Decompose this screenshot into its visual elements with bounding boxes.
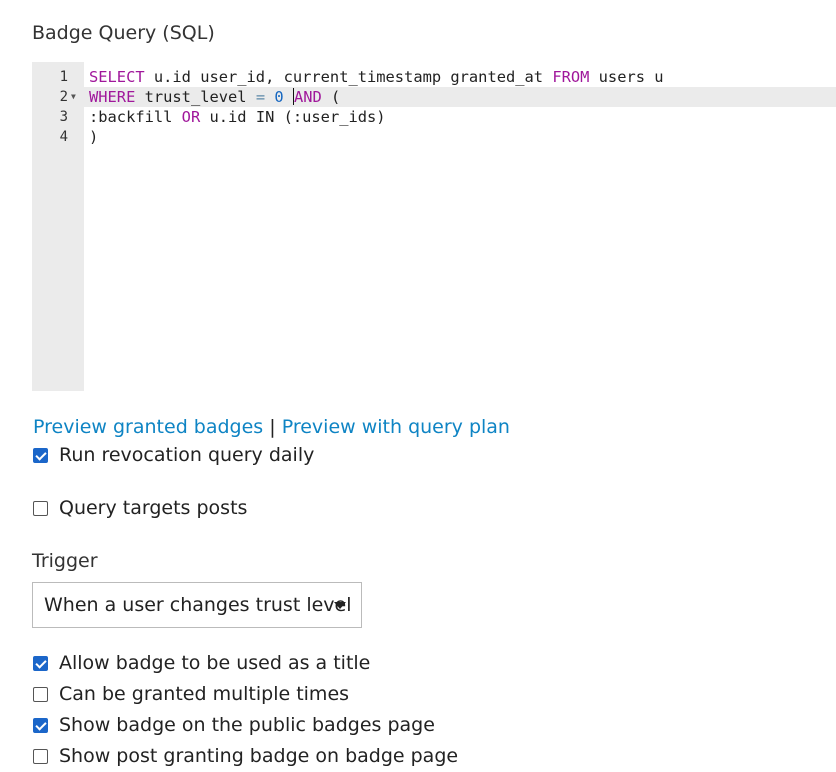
sql-text: users u — [589, 68, 664, 86]
revocation-checkbox[interactable] — [33, 447, 48, 463]
code-text: SELECT u.id user_id, current_timestamp g… — [89, 67, 664, 87]
targets-posts-checkbox[interactable] — [33, 500, 48, 516]
line-number: 2 — [59, 89, 68, 105]
show-posts-option[interactable]: Show post granting badge on badge page — [33, 745, 458, 767]
sql-text: ) — [89, 128, 99, 146]
sql-text: trust_level — [135, 88, 256, 106]
allow-title-checkbox[interactable] — [33, 655, 48, 671]
preview-granted-badges-link[interactable]: Preview granted badges — [33, 416, 263, 438]
sql-operator: = — [255, 88, 266, 106]
preview-separator: | — [269, 416, 276, 438]
trigger-selected-value: When a user changes trust level — [44, 594, 352, 616]
code-text: ) — [89, 127, 98, 147]
sql-text: u.id user_id, current_timestamp granted_… — [144, 68, 553, 86]
sql-text: ( — [321, 88, 341, 106]
sql-text: u.id IN (:user_ids) — [200, 108, 386, 126]
code-line[interactable]: 3 :backfill OR u.id IN (:user_ids) — [32, 107, 836, 127]
sql-text: :backfill — [89, 108, 182, 126]
fold-arrow-icon[interactable]: ▼ — [71, 87, 76, 107]
code-line[interactable]: 4) — [32, 127, 836, 147]
sql-keyword: AND — [293, 88, 322, 106]
targets-posts-option[interactable]: Query targets posts — [33, 497, 247, 519]
code-text: WHERE trust_level = 0 AND ( — [89, 87, 340, 107]
caret-down-icon — [334, 602, 346, 609]
code-text: :backfill OR u.id IN (:user_ids) — [89, 107, 386, 127]
revocation-option[interactable]: Run revocation query daily — [33, 444, 314, 466]
allow-title-label: Allow badge to be used as a title — [59, 652, 371, 674]
line-number: 3 — [59, 109, 68, 125]
sql-keyword: WHERE — [89, 88, 136, 106]
multiple-grant-option[interactable]: Can be granted multiple times — [33, 683, 349, 705]
sql-keyword: SELECT — [89, 68, 145, 86]
preview-with-query-plan-link[interactable]: Preview with query plan — [282, 416, 510, 438]
code-line[interactable]: 2 ▼ WHERE trust_level = 0 AND ( — [32, 87, 836, 107]
targets-posts-label: Query targets posts — [59, 497, 248, 519]
multiple-grant-label: Can be granted multiple times — [59, 683, 350, 705]
code-line[interactable]: 1 SELECT u.id user_id, current_timestamp … — [32, 67, 836, 87]
sql-query-editor[interactable]: 1 SELECT u.id user_id, current_timestamp … — [32, 62, 836, 391]
preview-links: Preview granted badges | Preview with qu… — [33, 416, 510, 438]
line-number: 1 — [59, 69, 68, 85]
listable-label: Show badge on the public badges page — [59, 714, 435, 736]
listable-checkbox[interactable] — [33, 717, 48, 733]
show-posts-label: Show post granting badge on badge page — [59, 745, 459, 767]
trigger-select[interactable]: When a user changes trust level — [32, 582, 362, 628]
line-number: 4 — [59, 129, 68, 145]
badge-query-label: Badge Query (SQL) — [32, 22, 215, 44]
sql-keyword: FROM — [552, 68, 590, 86]
sql-keyword: OR — [181, 108, 201, 126]
sql-number: 0 — [274, 88, 284, 106]
trigger-label: Trigger — [32, 550, 98, 572]
listable-option[interactable]: Show badge on the public badges page — [33, 714, 435, 736]
show-posts-checkbox[interactable] — [33, 748, 48, 764]
multiple-grant-checkbox[interactable] — [33, 686, 48, 702]
allow-title-option[interactable]: Allow badge to be used as a title — [33, 652, 370, 674]
revocation-label: Run revocation query daily — [59, 444, 315, 466]
